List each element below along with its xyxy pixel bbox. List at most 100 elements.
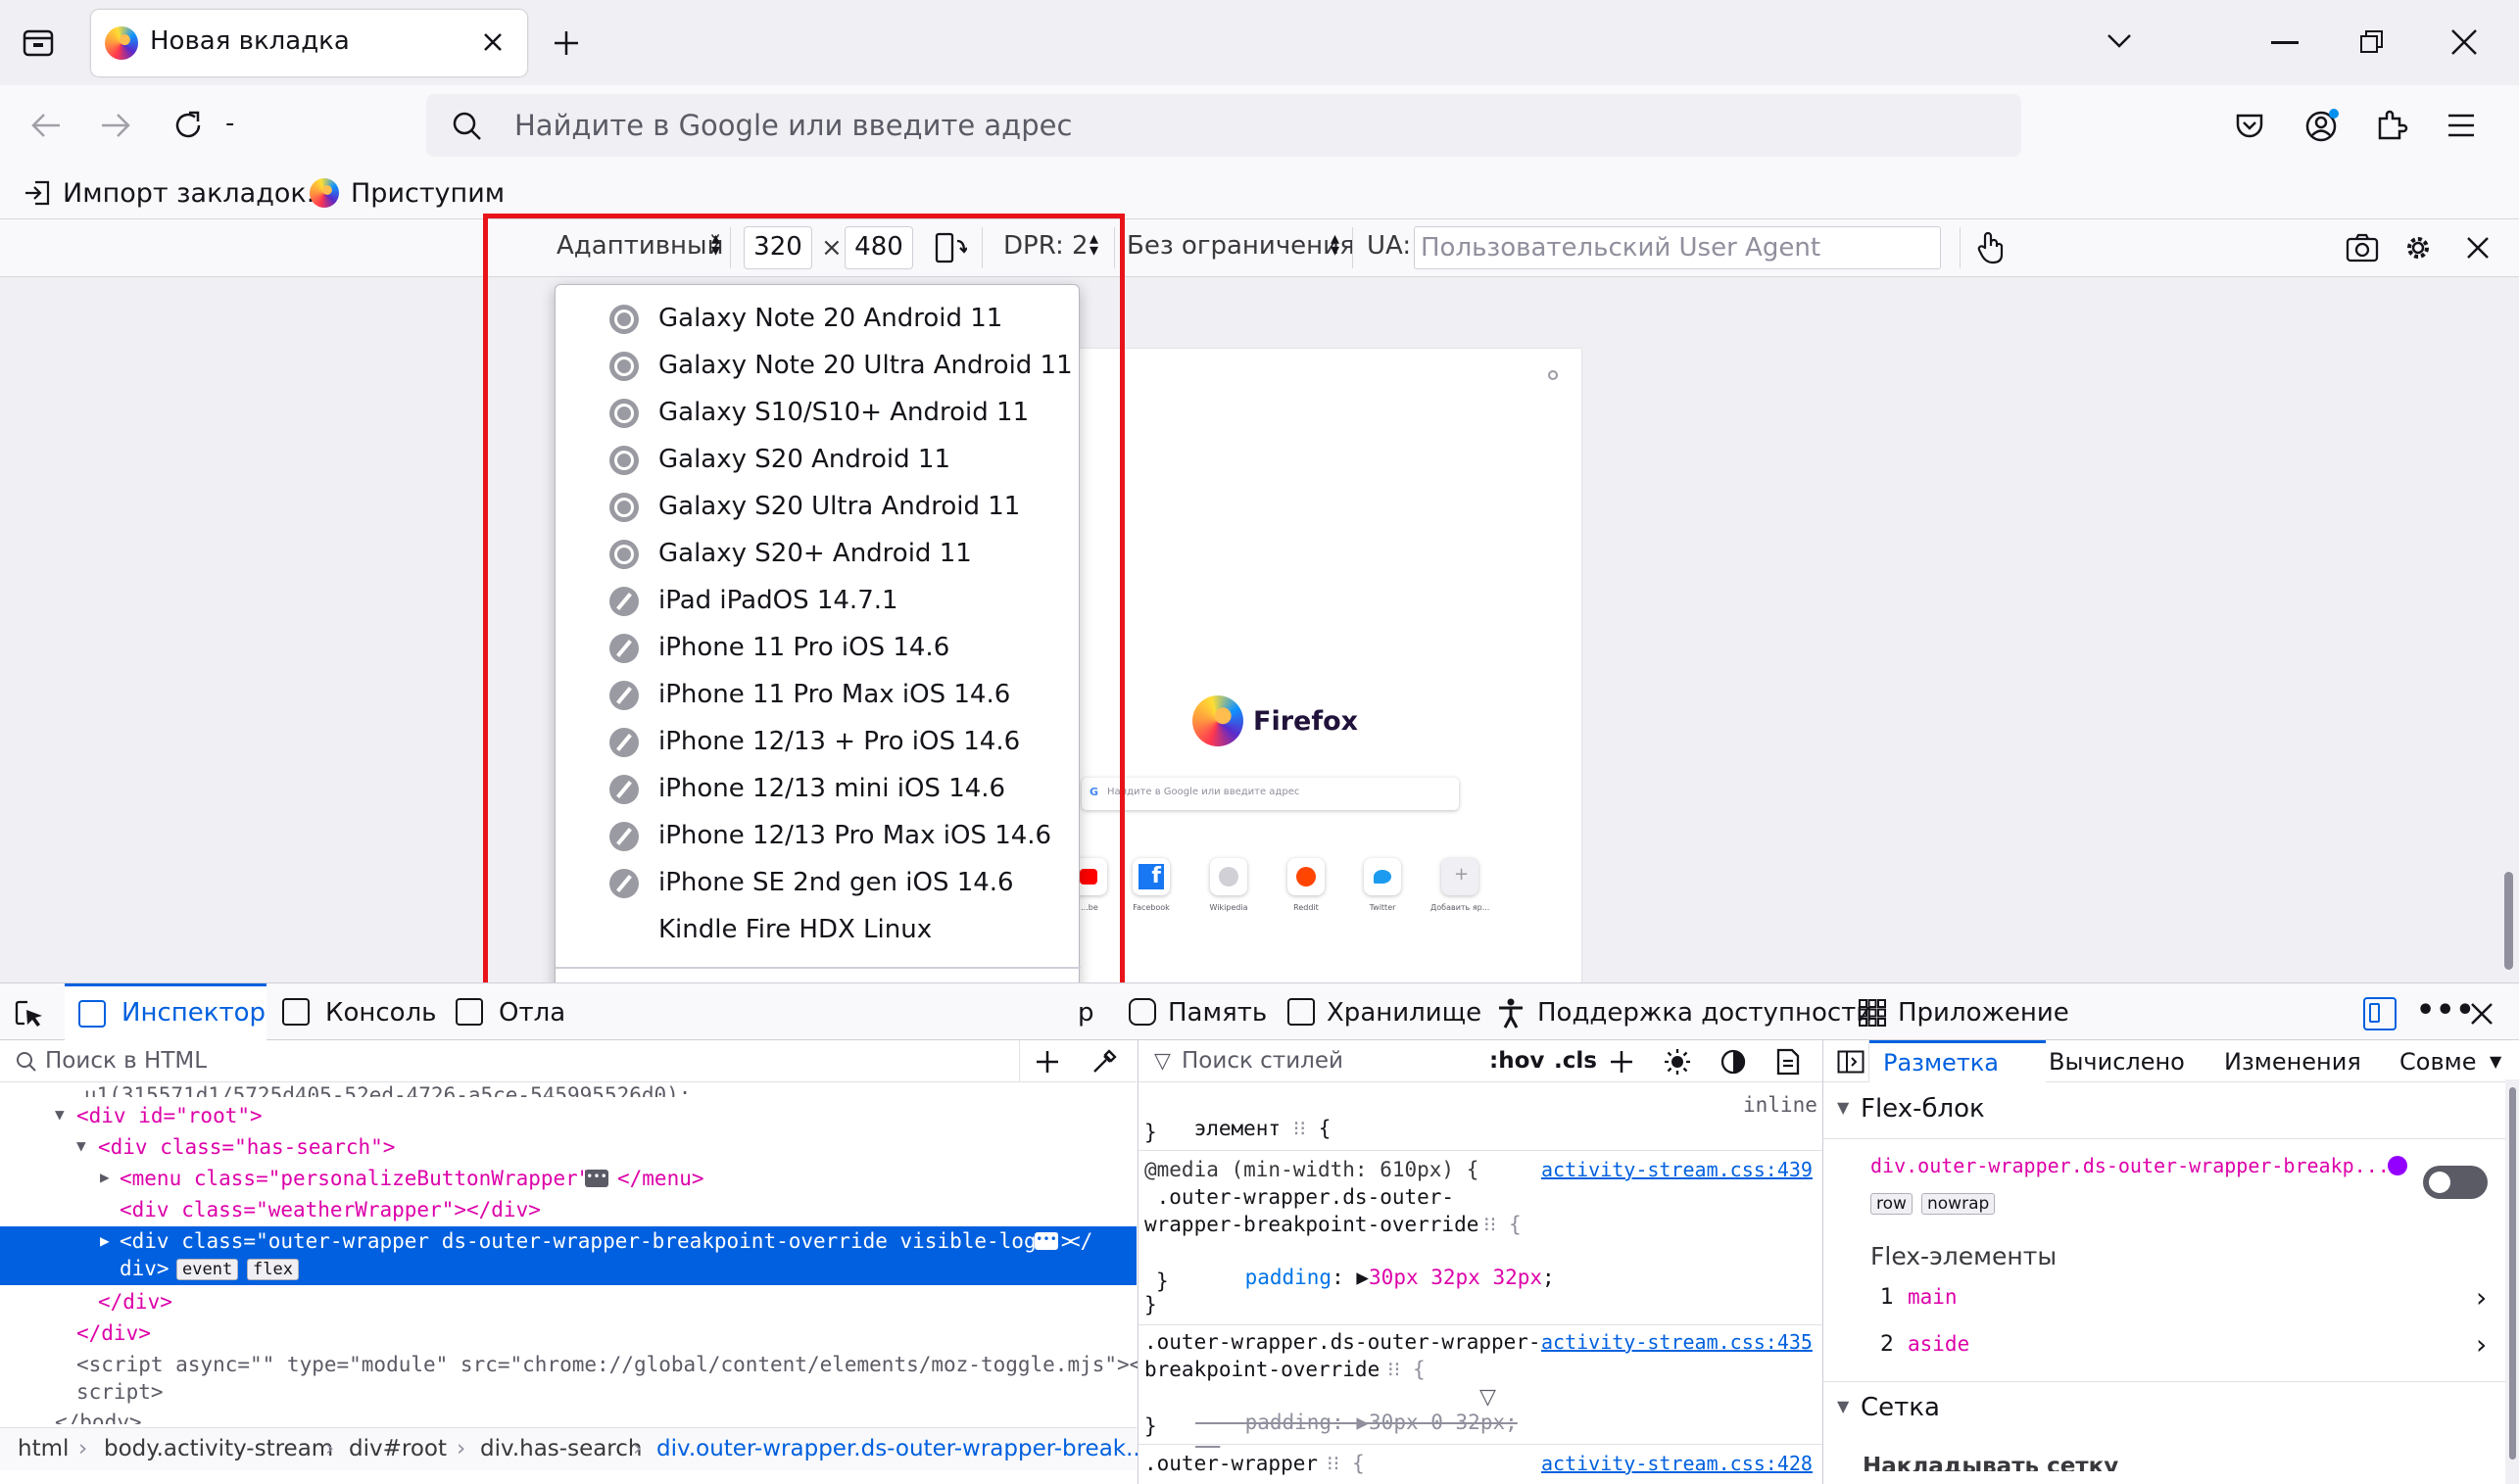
breadcrumb-item-current[interactable]: div.outer-wrapper.ds-outer-wrapper-break… (656, 1436, 1147, 1461)
app-menu-icon[interactable] (2446, 113, 2476, 138)
overflow-chevron-icon[interactable]: ▼ (2490, 1052, 2501, 1071)
tree-node-has-search[interactable]: ▼ <div class="has-search"> (0, 1132, 1137, 1164)
hov-toggle[interactable]: :hov (1489, 1048, 1544, 1074)
filter-icon[interactable]: ▽ (1479, 1385, 1496, 1410)
scrollbar-thumb[interactable] (2504, 872, 2513, 970)
tree-node-close[interactable]: </div> (0, 1287, 1137, 1318)
user-agent-input[interactable]: Пользовательский User Agent (1414, 226, 1941, 269)
bookmarks-toolbar: Импорт закладок... Приступим (0, 166, 2519, 218)
flex-item-row[interactable]: 2 aside › (1823, 1322, 2519, 1369)
tab-inspector[interactable]: Инспектор (65, 983, 266, 1041)
flex-container-selector[interactable]: div.outer-wrapper.ds-outer-wrapper-break… (1870, 1154, 2390, 1177)
top-site-reddit[interactable] (1287, 858, 1325, 895)
tab-label: Память (1168, 998, 1268, 1028)
html-search-input[interactable]: Поиск в HTML (45, 1048, 207, 1074)
declaration[interactable]: padding: ▶30px 32px 32px; (1195, 1242, 1555, 1313)
close-tab-icon[interactable] (480, 29, 506, 55)
overridden-declaration[interactable]: padding: ▶30px 0 32px; (1195, 1387, 1518, 1458)
layout-scrollbar[interactable] (2505, 1079, 2519, 1484)
tab-memory[interactable]: Память (1127, 983, 1268, 1041)
stylesheet-link[interactable]: activity-stream.css:428 (1541, 1452, 1813, 1475)
close-devtools-icon[interactable] (2469, 1001, 2495, 1027)
browser-tab[interactable]: Новая вкладка (91, 10, 527, 76)
tab-console[interactable]: Консоль (280, 983, 437, 1041)
tab-layout[interactable]: Разметка (1869, 1040, 2046, 1082)
reload-icon[interactable] (171, 109, 205, 142)
media-query: @media (min-width: 610px) { (1144, 1158, 1479, 1181)
cls-toggle[interactable]: .cls (1554, 1048, 1597, 1074)
device-preview[interactable]: Firefox G Найдите в Google или введите а… (1070, 349, 1581, 985)
light-scheme-icon[interactable] (1664, 1048, 1691, 1076)
highlight-color-swatch[interactable] (2388, 1156, 2407, 1175)
tab-debugger[interactable]: Отла (454, 983, 565, 1041)
minimize-icon[interactable] (2271, 41, 2299, 44)
wikipedia-icon (1219, 867, 1238, 886)
tree-node-menu[interactable]: ▶ <menu class="personalizeButtonWrapper"… (0, 1164, 1137, 1195)
memory-icon (1129, 998, 1156, 1026)
top-site-twitter[interactable] (1364, 858, 1401, 895)
screenshot-icon[interactable] (2346, 233, 2379, 263)
eyedropper-icon[interactable] (1090, 1048, 1118, 1076)
firefox-view-icon[interactable] (22, 26, 55, 60)
dark-scheme-icon[interactable] (1720, 1048, 1747, 1076)
breadcrumb-item[interactable]: div#root (349, 1436, 447, 1461)
breadcrumb-item[interactable]: body.activity-stream (104, 1436, 333, 1461)
expanded-arrow-icon: ▼ (76, 1136, 86, 1155)
back-icon[interactable] (29, 111, 63, 140)
event-badge[interactable]: event (176, 1259, 239, 1280)
top-sites: ...be f Facebook Wikipedia Reddit Twitte… (1070, 858, 1579, 936)
css-search-input[interactable]: Поиск стилей (1182, 1048, 1343, 1074)
rdm-toggle-icon[interactable] (2363, 997, 2397, 1030)
url-bar[interactable]: Найдите в Google или введите адрес (426, 94, 2021, 157)
inspector-icon (78, 1000, 106, 1028)
tab-network-partial[interactable]: р (1078, 998, 1094, 1028)
tab-computed[interactable]: Вычислено (2049, 1048, 2185, 1076)
tab-compatibility[interactable]: Совме (2399, 1048, 2476, 1076)
stylesheet-link[interactable]: activity-stream.css:439 (1541, 1158, 1813, 1181)
rule-selector: .outer-wrapper (1144, 1452, 1319, 1475)
tab-changes[interactable]: Изменения (2224, 1048, 2361, 1076)
settings-gear-icon[interactable] (2401, 231, 2435, 264)
close-rdm-icon[interactable] (2465, 235, 2491, 261)
tree-node-script[interactable]: <script async="" type="module" src="chro… (0, 1350, 1154, 1409)
pocket-icon[interactable] (2234, 110, 2265, 141)
tree-node-root[interactable]: ▼ <div id="root"> (0, 1101, 1137, 1132)
breadcrumb-item[interactable]: div.has-search (480, 1436, 642, 1461)
toggle-sidebar-icon[interactable] (1837, 1050, 1865, 1074)
personalize-gear-icon[interactable] (1548, 370, 1558, 380)
stylesheet-link[interactable]: activity-stream.css:435 (1541, 1330, 1813, 1354)
extensions-icon[interactable] (2375, 109, 2408, 142)
add-rule-icon[interactable] (1609, 1049, 1634, 1075)
tab-accessibility[interactable]: Поддержка доступности (1494, 983, 1872, 1041)
tab-list-chevron-icon[interactable] (2106, 31, 2133, 51)
add-shortcut-button[interactable]: + (1441, 858, 1478, 895)
preview-search-box[interactable]: G Найдите в Google или введите адрес (1082, 778, 1459, 810)
throttling-selector[interactable]: Без ограничения ▴ ▾ (1127, 230, 1355, 262)
tree-node-selected[interactable]: ▶ <div class="outer-wrapper ds-outer-wra… (0, 1226, 1137, 1285)
top-site-wikipedia[interactable] (1210, 858, 1247, 895)
close-window-icon[interactable] (2449, 27, 2479, 57)
element-picker-icon[interactable] (14, 999, 45, 1030)
ellipsis-badge: ••• (1035, 1232, 1058, 1250)
filter-icon: ▽ (1154, 1049, 1171, 1074)
account-icon[interactable] (2304, 108, 2340, 143)
more-options-icon[interactable]: ••• (2416, 993, 2476, 1028)
add-node-icon[interactable] (1035, 1049, 1060, 1075)
rule-selector: .outer-wrapper.ds-outer- (1144, 1185, 1455, 1209)
tree-node-weather[interactable]: <div class="weatherWrapper"></div> (0, 1195, 1137, 1226)
print-simulation-icon[interactable] (1775, 1048, 1801, 1076)
flex-item-row[interactable]: 1 main › (1823, 1275, 2519, 1322)
touch-simulation-icon[interactable] (1975, 231, 2005, 264)
tree-node-close[interactable]: </div> (0, 1318, 1137, 1350)
top-site-facebook[interactable]: f (1133, 858, 1170, 895)
divider (1960, 227, 1961, 268)
page-scrollbar[interactable] (2498, 277, 2519, 982)
breadcrumb-item[interactable]: html (18, 1436, 69, 1461)
tab-storage[interactable]: Хранилище (1285, 983, 1481, 1041)
restore-icon[interactable] (2359, 29, 2385, 55)
flex-badge[interactable]: flex (247, 1259, 299, 1280)
forward-icon[interactable] (99, 111, 132, 140)
tab-application[interactable]: Приложение (1857, 983, 2072, 1041)
new-tab-icon[interactable] (552, 28, 581, 58)
flexbox-highlight-toggle[interactable] (2423, 1166, 2488, 1199)
